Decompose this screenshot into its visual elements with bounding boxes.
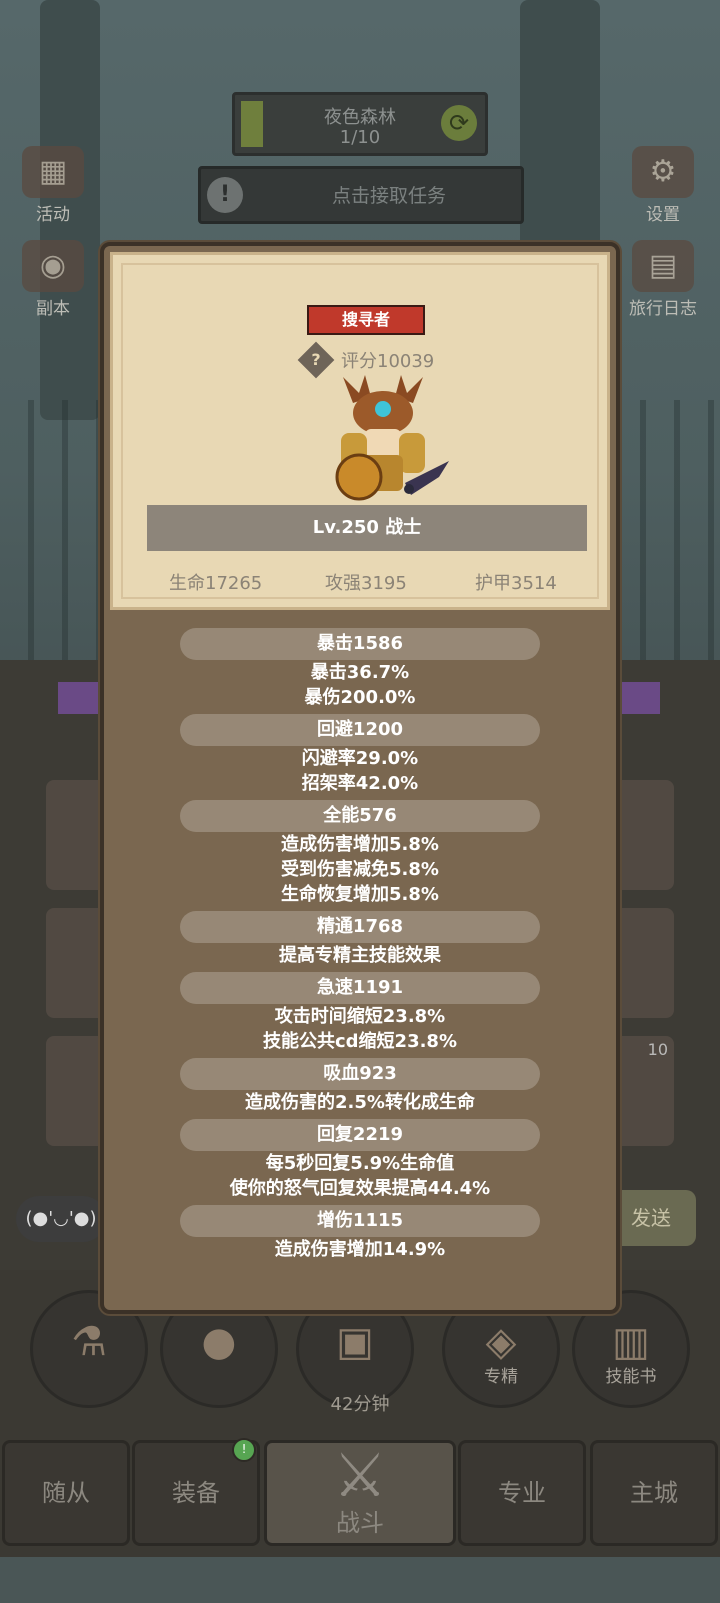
refresh-icon[interactable]: ⟳	[441, 105, 477, 141]
task-prompt: 点击接取任务	[331, 185, 446, 207]
tab-main-city[interactable]: 主城	[590, 1440, 718, 1546]
attribute-group: 精通1768 提高专精主技能效果	[104, 911, 616, 968]
travel-log-label: 旅行日志	[629, 299, 697, 319]
attribute-effect: 技能公共cd缩短23.8%	[262, 1031, 457, 1052]
attribute-group: 急速1191 攻击时间缩短23.8% 技能公共cd缩短23.8%	[104, 972, 616, 1054]
zone-progress-bar[interactable]: 夜色森林 1/10 ⟳	[232, 92, 488, 156]
crossed-swords-icon: ⚔	[333, 1441, 387, 1511]
attribute-effect: 招架率42.0%	[301, 773, 419, 794]
chest-icon: ▣	[336, 1319, 374, 1365]
tab-followers[interactable]: 随从	[2, 1440, 130, 1546]
attribute-effect: 每5秒回复5.9%生命值	[265, 1153, 455, 1174]
equipment-slot[interactable]	[46, 780, 106, 890]
attribute-effect: 造成伤害增加5.8%	[281, 834, 439, 855]
equipment-slot[interactable]	[614, 908, 674, 1018]
dungeon-button[interactable]: ◉ 副本	[8, 240, 98, 319]
attribute-group: 回复2219 每5秒回复5.9%生命值使你的怒气回复效果提高44.4%	[104, 1119, 616, 1201]
attribute-effect: 暴击36.7%	[310, 662, 410, 683]
attribute-effect: 生命恢复增加5.8%	[281, 884, 439, 905]
armor-stat: 护甲3514	[475, 573, 557, 594]
equipment-slot[interactable]	[46, 908, 106, 1018]
travel-log-button[interactable]: ▤ 旅行日志	[618, 240, 708, 319]
emote-button[interactable]: (●'◡'●)	[16, 1196, 106, 1242]
attribute-effect: 造成伤害的2.5%转化成生命	[245, 1092, 475, 1113]
attack-power-stat: 攻强3195	[325, 573, 407, 594]
attribute-name: 回避1200	[180, 714, 540, 746]
gear-icon: ⚙	[632, 146, 694, 198]
settings-label: 设置	[646, 205, 680, 225]
equipment-slot[interactable]	[46, 1036, 106, 1146]
role-badge: 搜寻者	[307, 305, 425, 335]
attribute-name: 全能576	[180, 800, 540, 832]
attribute-name: 回复2219	[180, 1119, 540, 1151]
bread-icon: ●	[201, 1319, 237, 1365]
tab-profession[interactable]: 专业	[458, 1440, 586, 1546]
level-class-label: Lv.250 战士	[147, 505, 587, 551]
skill-book-icon: ▥	[612, 1319, 650, 1365]
score-label: 评分10039	[341, 351, 435, 372]
purple-bar-left	[58, 682, 106, 714]
book-icon: ▤	[632, 240, 694, 292]
attribute-group: 全能576 造成伤害增加5.8% 受到伤害减免5.8% 生命恢复增加5.8%	[104, 800, 616, 907]
attribute-effect: 暴伤200.0%	[304, 687, 416, 708]
attribute-name: 急速1191	[180, 972, 540, 1004]
specialization-icon: ◈	[485, 1319, 517, 1365]
equipment-slot[interactable]	[614, 780, 674, 890]
equipment-slot[interactable]: 10	[614, 1036, 674, 1146]
attribute-effect: 受到伤害减免5.8%	[281, 859, 439, 880]
potion-icon: ⚗	[71, 1319, 107, 1365]
purple-bar-right	[616, 682, 660, 714]
character-card: 搜寻者 ? 评分10039 Lv.250 战士 生命17265 攻强3195 护…	[110, 252, 610, 610]
exclamation-icon: !	[207, 177, 243, 213]
attribute-group: 回避1200 闪避率29.0% 招架率42.0%	[104, 714, 616, 796]
slot-count-badge: 10	[647, 1040, 668, 1059]
attribute-effect: 造成伤害增加14.9%	[274, 1239, 446, 1260]
attribute-group: 增伤1115 造成伤害增加14.9%	[104, 1205, 616, 1262]
warrior-portrait	[335, 375, 449, 501]
chest-timer: 42分钟	[330, 1394, 390, 1415]
specialization-label: 专精	[484, 1367, 518, 1387]
attribute-group: 吸血923 造成伤害的2.5%转化成生命	[104, 1058, 616, 1115]
attribute-effect: 攻击时间缩短23.8%	[274, 1006, 446, 1027]
attribute-effect: 提高专精主技能效果	[279, 945, 441, 966]
attribute-effect: 闪避率29.0%	[301, 748, 419, 769]
attribute-name: 吸血923	[180, 1058, 540, 1090]
task-bar[interactable]: ! 点击接取任务	[198, 166, 524, 224]
attribute-name: 暴击1586	[180, 628, 540, 660]
portal-icon: ◉	[22, 240, 84, 292]
calendar-icon: ▦	[22, 146, 84, 198]
attribute-name: 增伤1115	[180, 1205, 540, 1237]
character-detail-popup: 搜寻者 ? 评分10039 Lv.250 战士 生命17265 攻强3195 护…	[100, 242, 620, 1314]
attribute-name: 精通1768	[180, 911, 540, 943]
activity-button[interactable]: ▦ 活动	[8, 146, 98, 225]
attribute-effect: 使你的怒气回复效果提高44.4%	[229, 1178, 491, 1199]
settings-button[interactable]: ⚙ 设置	[618, 146, 708, 225]
attribute-group: 暴击1586 暴击36.7% 暴伤200.0%	[104, 628, 616, 710]
notification-badge: !	[232, 1438, 256, 1462]
skill-book-label: 技能书	[605, 1367, 657, 1387]
activity-label: 活动	[36, 205, 70, 225]
health-stat: 生命17265	[169, 573, 263, 594]
dungeon-label: 副本	[36, 299, 70, 319]
attribute-list: 暴击1586 暴击36.7% 暴伤200.0% 回避1200 闪避率29.0% 招架率42…	[104, 628, 616, 1266]
